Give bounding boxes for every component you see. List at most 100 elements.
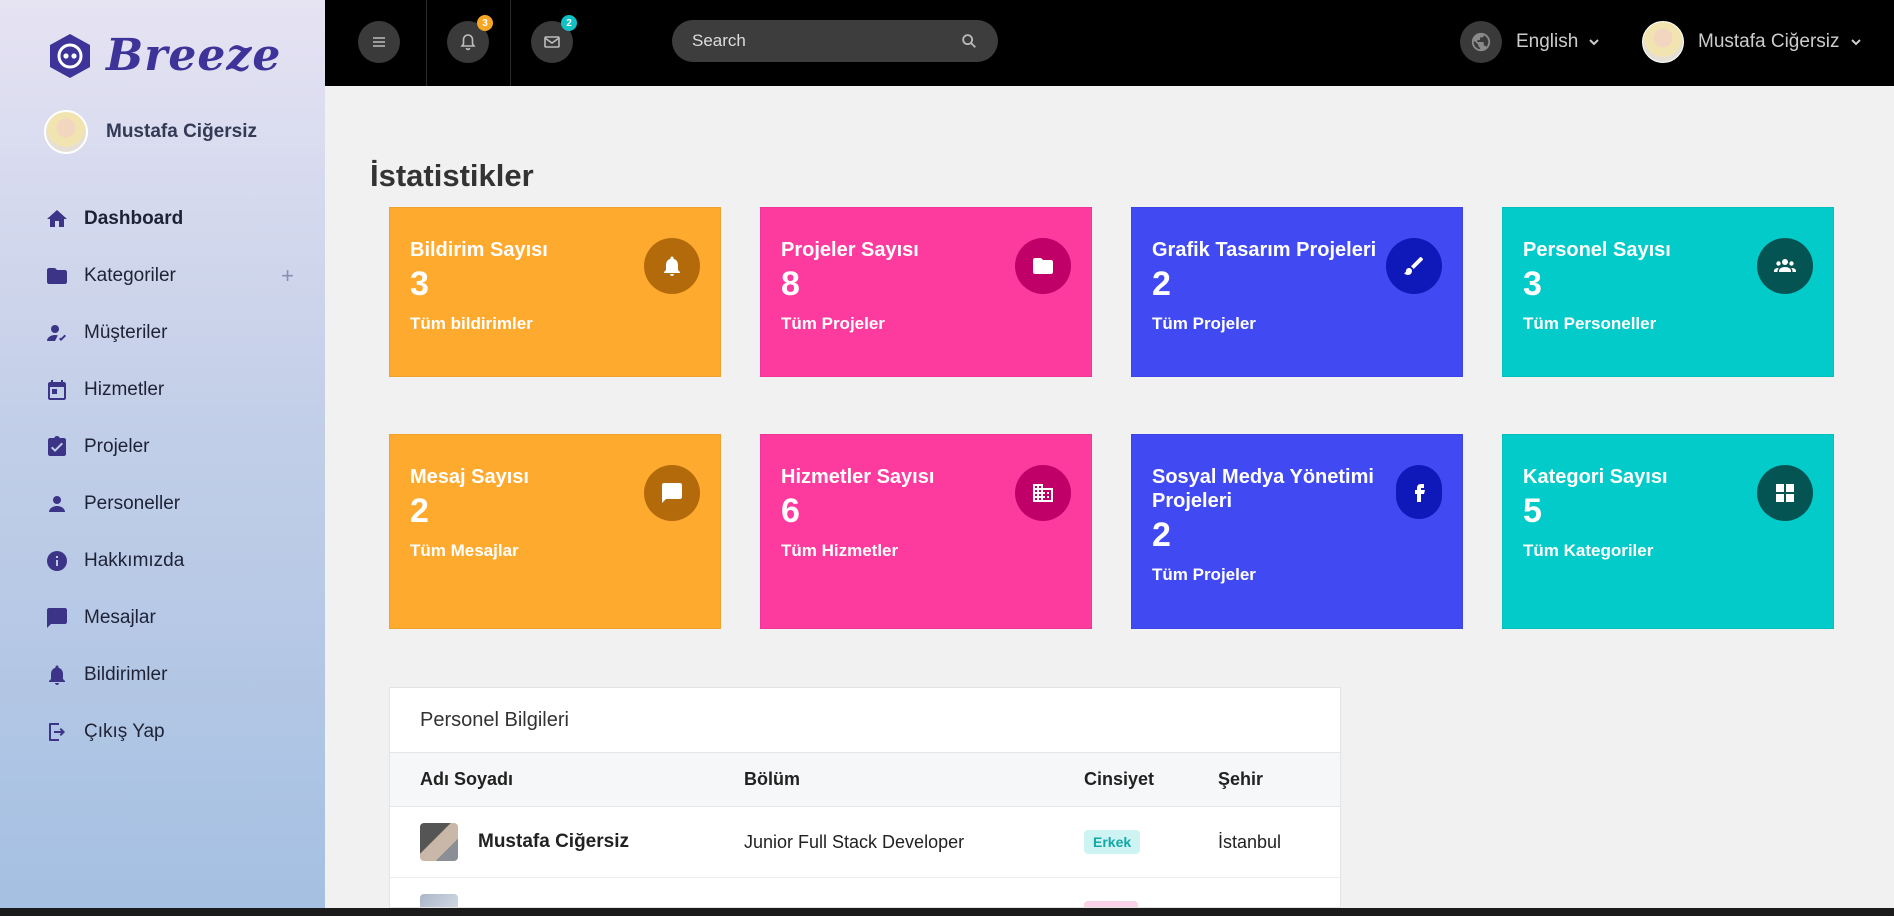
notifications-badge: 3 bbox=[477, 15, 493, 31]
chevron-down-icon bbox=[1850, 39, 1861, 46]
sidebar-item-kategoriler[interactable]: Kategoriler + bbox=[44, 247, 294, 304]
info-icon bbox=[44, 548, 70, 574]
card-title: Kategori Sayısı bbox=[1523, 466, 1668, 488]
card-link[interactable]: Tüm bildirimler bbox=[410, 314, 700, 334]
sidebar-item-bildirimler[interactable]: Bildirimler bbox=[44, 646, 294, 703]
divider bbox=[426, 0, 427, 86]
staff-name: Mustafa Ciğersiz bbox=[478, 831, 629, 852]
table-row-partial[interactable] bbox=[390, 878, 1340, 907]
sidebar-item-label: Bildirimler bbox=[84, 663, 168, 685]
sidebar-item-label: Kategoriler bbox=[84, 264, 176, 286]
sidebar-item-projeler[interactable]: Projeler bbox=[44, 418, 294, 475]
column-header[interactable]: Bölüm bbox=[744, 769, 1084, 790]
logout-icon bbox=[44, 719, 70, 745]
home-icon bbox=[44, 206, 70, 232]
messages-button[interactable]: 2 bbox=[531, 15, 577, 63]
stat-card-categories[interactable]: Kategori Sayısı 5 Tüm Kategoriler bbox=[1502, 434, 1834, 629]
table-row[interactable]: Mustafa Ciğersiz Junior Full Stack Devel… bbox=[390, 807, 1340, 878]
brand-name: Breeze bbox=[106, 30, 282, 81]
chat-icon bbox=[44, 605, 70, 631]
stat-card-staff[interactable]: Personel Sayısı 3 Tüm Personeller bbox=[1502, 207, 1834, 377]
name-cell: Mustafa Ciğersiz bbox=[420, 823, 744, 861]
folder-icon bbox=[1015, 238, 1071, 294]
sidebar-item-musteriler[interactable]: Müşteriler bbox=[44, 304, 294, 361]
divider bbox=[510, 0, 511, 86]
sidebar-nav: Dashboard Kategoriler + Müşteriler Hizme… bbox=[44, 190, 294, 760]
window-bottom-edge bbox=[0, 908, 1894, 916]
staff-photo bbox=[420, 894, 458, 907]
staff-table-card: Personel Bilgileri Adı Soyadı Bölüm Cins… bbox=[389, 687, 1341, 908]
sidebar-item-personeller[interactable]: Personeller bbox=[44, 475, 294, 532]
table-title: Personel Bilgileri bbox=[390, 688, 1340, 753]
gender-badge bbox=[1084, 900, 1138, 907]
sidebar-item-hizmetler[interactable]: Hizmetler bbox=[44, 361, 294, 418]
card-title: Mesaj Sayısı bbox=[410, 466, 529, 488]
table-header: Adı Soyadı Bölüm Cinsiyet Şehir bbox=[390, 753, 1340, 807]
bell-icon bbox=[44, 662, 70, 688]
brand-logo[interactable]: Breeze bbox=[46, 30, 281, 81]
sidebar-item-mesajlar[interactable]: Mesajlar bbox=[44, 589, 294, 646]
card-link[interactable]: Tüm Projeler bbox=[1152, 565, 1442, 585]
facebook-icon bbox=[1396, 465, 1442, 519]
card-title: Personel Sayısı bbox=[1523, 239, 1671, 261]
mail-icon bbox=[544, 36, 560, 48]
chevron-down-icon bbox=[1589, 39, 1600, 46]
sidebar-item-dashboard[interactable]: Dashboard bbox=[44, 190, 294, 247]
gender-cell bbox=[1084, 900, 1218, 907]
sidebar: Breeze Mustafa Ciğersiz Dashboard Katego… bbox=[0, 0, 325, 908]
folder-icon bbox=[44, 263, 70, 289]
card-title: Grafik Tasarım Projeleri bbox=[1152, 239, 1377, 261]
column-header[interactable]: Adı Soyadı bbox=[420, 769, 744, 790]
group-icon bbox=[1757, 238, 1813, 294]
language-selector[interactable]: English bbox=[1460, 21, 1600, 63]
search-icon[interactable] bbox=[960, 32, 978, 50]
search-input[interactable] bbox=[692, 31, 960, 51]
gender-cell: Erkek bbox=[1084, 830, 1218, 854]
stat-card-social-media[interactable]: Sosyal Medya Yönetimi Projeleri 2 Tüm Pr… bbox=[1131, 434, 1463, 629]
card-title: Sosyal Medya Yönetimi Projeleri bbox=[1152, 466, 1374, 512]
menu-toggle-button[interactable] bbox=[358, 21, 400, 63]
card-link[interactable]: Tüm Mesajlar bbox=[410, 541, 700, 561]
card-link[interactable]: Tüm Personeller bbox=[1523, 314, 1813, 334]
bell-icon bbox=[460, 34, 476, 51]
stat-card-projects[interactable]: Projeler Sayısı 8 Tüm Projeler bbox=[760, 207, 1092, 377]
hamburger-icon bbox=[373, 37, 385, 47]
stat-card-graphic-design[interactable]: Grafik Tasarım Projeleri 2 Tüm Projeler bbox=[1131, 207, 1463, 377]
bell-icon bbox=[644, 238, 700, 294]
sidebar-user-name: Mustafa Ciğersiz bbox=[106, 121, 257, 142]
top-navbar: 3 2 English Mustafa Ciğersiz bbox=[325, 0, 1894, 86]
stat-card-notifications[interactable]: Bildirim Sayısı 3 Tüm bildirimler bbox=[389, 207, 721, 377]
stat-card-services[interactable]: Hizmetler Sayısı 6 Tüm Hizmetler bbox=[760, 434, 1092, 629]
messages-badge: 2 bbox=[561, 15, 577, 31]
column-header[interactable]: Cinsiyet bbox=[1084, 769, 1218, 790]
column-header[interactable]: Şehir bbox=[1218, 769, 1310, 790]
sidebar-item-label: Dashboard bbox=[84, 207, 184, 229]
sidebar-profile[interactable]: Mustafa Ciğersiz bbox=[44, 110, 257, 154]
card-value: 2 bbox=[1152, 516, 1171, 554]
sidebar-item-label: Hizmetler bbox=[84, 378, 165, 400]
card-link[interactable]: Tüm Kategoriler bbox=[1523, 541, 1813, 561]
notifications-button[interactable]: 3 bbox=[447, 15, 493, 63]
brush-icon bbox=[1386, 238, 1442, 294]
expand-plus-icon[interactable]: + bbox=[281, 263, 294, 289]
user-check-icon bbox=[44, 320, 70, 346]
search-bar[interactable] bbox=[672, 20, 998, 62]
user-menu[interactable]: Mustafa Ciğersiz bbox=[1642, 21, 1862, 63]
stat-card-messages[interactable]: Mesaj Sayısı 2 Tüm Mesajlar bbox=[389, 434, 721, 629]
card-link[interactable]: Tüm Projeler bbox=[781, 314, 1071, 334]
grid-icon bbox=[1757, 465, 1813, 521]
department-cell: Junior Full Stack Developer bbox=[744, 831, 965, 852]
sidebar-item-hakkimizda[interactable]: Hakkımızda bbox=[44, 532, 294, 589]
globe-icon bbox=[1460, 21, 1502, 63]
card-link[interactable]: Tüm Hizmetler bbox=[781, 541, 1071, 561]
sidebar-item-label: Çıkış Yap bbox=[84, 720, 165, 742]
chat-icon bbox=[644, 465, 700, 521]
city-cell: İstanbul bbox=[1218, 831, 1282, 852]
page-title: İstatistikler bbox=[370, 158, 534, 193]
clipboard-check-icon bbox=[44, 434, 70, 460]
name-cell bbox=[420, 894, 744, 907]
sidebar-item-logout[interactable]: Çıkış Yap bbox=[44, 703, 294, 760]
calendar-icon bbox=[44, 377, 70, 403]
card-link[interactable]: Tüm Projeler bbox=[1152, 314, 1442, 334]
logo-hex-icon bbox=[50, 33, 90, 78]
